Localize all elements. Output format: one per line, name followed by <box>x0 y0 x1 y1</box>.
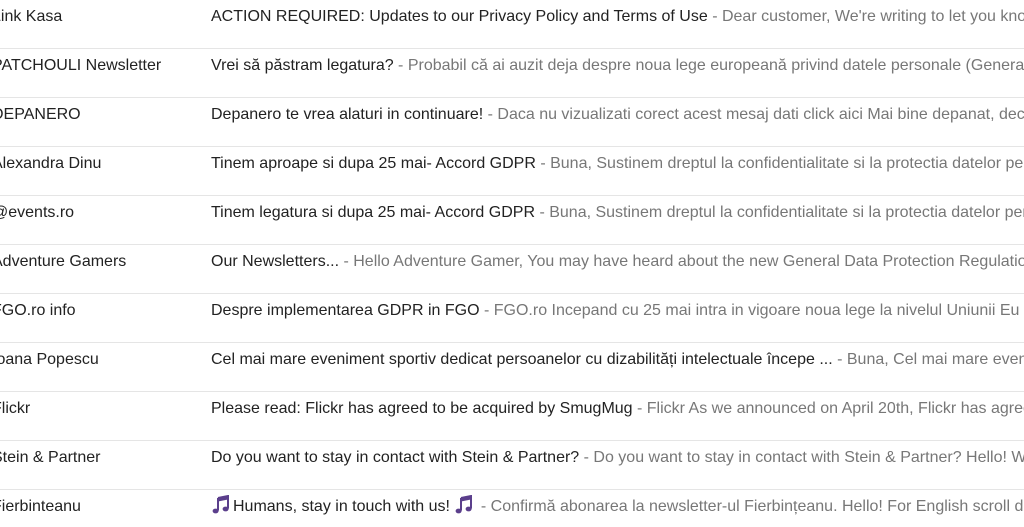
email-sender: Alexandra Dinu <box>0 155 102 172</box>
email-snippet: Flickr As we announced on April 20th, Fl… <box>646 400 1024 417</box>
email-row[interactable]: Link Kasa ACTION REQUIRED: Updates to ou… <box>0 0 1024 49</box>
email-snippet: Dear customer, We're writing to let you … <box>721 8 1024 25</box>
music-note-icon <box>454 495 474 515</box>
separator: - <box>393 57 408 74</box>
email-sender: Flickr <box>0 400 31 417</box>
email-content: Depanero te vrea alaturi in continuare! … <box>211 98 1024 146</box>
email-subject: Please read: Flickr has agreed to be acq… <box>211 400 633 417</box>
email-row[interactable]: PATCHOULI Newsletter Vrei să păstram leg… <box>0 49 1024 98</box>
email-row[interactable]: Adventure Gamers Our Newsletters... - He… <box>0 245 1024 294</box>
separator: - <box>632 400 647 417</box>
email-subject: Cel mai mare eveniment sportiv dedicat p… <box>211 351 833 368</box>
email-row[interactable]: Ioana Popescu Cel mai mare eveniment spo… <box>0 343 1024 392</box>
email-content: Our Newsletters... - Hello Adventure Gam… <box>211 245 1024 293</box>
email-snippet: Confirmă abonarea la newsletter-ul Fierb… <box>490 498 1024 515</box>
separator: - <box>476 498 491 515</box>
email-content: ACTION REQUIRED: Updates to our Privacy … <box>211 0 1024 48</box>
email-snippet: Daca nu vizualizati corect acest mesaj d… <box>497 106 1024 123</box>
email-subject: Our Newsletters... <box>211 253 340 270</box>
separator: - <box>707 8 722 25</box>
email-subject: Humans, stay in touch with us! <box>233 498 450 515</box>
email-row[interactable]: FGO.ro info Despre implementarea GDPR in… <box>0 294 1024 343</box>
separator: - <box>339 253 354 270</box>
email-sender: Link Kasa <box>0 8 63 25</box>
music-note-icon <box>211 495 231 515</box>
email-sender: Ioana Popescu <box>0 351 99 368</box>
email-sender: Adventure Gamers <box>0 253 127 270</box>
separator: - <box>832 351 847 368</box>
email-snippet: Hello Adventure Gamer, You may have hear… <box>353 253 1024 270</box>
email-list: Link Kasa ACTION REQUIRED: Updates to ou… <box>0 0 1024 527</box>
email-sender: Fierbinteanu <box>0 498 81 515</box>
email-sender: Stein & Partner <box>0 449 101 466</box>
email-snippet: Buna, Sustinem dreptul la confidentialit… <box>549 204 1024 221</box>
separator: - <box>535 204 550 221</box>
email-content: Despre implementarea GDPR in FGO - FGO.r… <box>211 294 1019 342</box>
separator: - <box>479 302 494 319</box>
email-sender: FGO.ro info <box>0 302 76 319</box>
email-content: Tinem legatura si dupa 25 mai- Accord GD… <box>211 196 1024 244</box>
email-content: Vrei să păstram legatura? - Probabil că … <box>211 49 1024 97</box>
email-snippet: Buna, Sustinem dreptul la confidentialit… <box>550 155 1024 172</box>
email-content: Do you want to stay in contact with Stei… <box>211 441 1024 489</box>
email-row[interactable]: @events.ro Tinem legatura si dupa 25 mai… <box>0 196 1024 245</box>
email-sender: @events.ro <box>0 204 75 221</box>
separator: - <box>579 449 594 466</box>
email-subject: Vrei să păstram legatura? <box>211 57 394 74</box>
email-subject: Tinem legatura si dupa 25 mai- Accord GD… <box>211 204 535 221</box>
email-subject: Tinem aproape si dupa 25 mai- Accord GDP… <box>211 155 536 172</box>
email-content: Humans, stay in touch with us! - Confirm… <box>211 490 1024 527</box>
email-row[interactable]: Alexandra Dinu Tinem aproape si dupa 25 … <box>0 147 1024 196</box>
email-subject: Despre implementarea GDPR in FGO <box>211 302 480 319</box>
separator: - <box>535 155 551 172</box>
separator: - <box>483 106 498 123</box>
email-row[interactable]: Stein & Partner Do you want to stay in c… <box>0 441 1024 490</box>
email-sender: DEPANERO <box>0 106 81 123</box>
email-snippet: Probabil că ai auzit deja despre noua le… <box>407 57 1024 74</box>
email-row[interactable]: DEPANERO Depanero te vrea alaturi in con… <box>0 98 1024 147</box>
email-snippet: FGO.ro Incepand cu 25 mai intra in vigoa… <box>493 302 1020 319</box>
email-content: Tinem aproape si dupa 25 mai- Accord GDP… <box>211 147 1024 195</box>
email-row[interactable]: Fierbinteanu Humans, stay in touch with … <box>0 490 1024 527</box>
email-content: Please read: Flickr has agreed to be acq… <box>211 392 1024 440</box>
email-sender: PATCHOULI Newsletter <box>0 57 162 74</box>
email-snippet: Buna, Cel mai mare eveniment <box>846 351 1024 368</box>
email-row[interactable]: Flickr Please read: Flickr has agreed to… <box>0 392 1024 441</box>
email-subject: ACTION REQUIRED: Updates to our Privacy … <box>211 8 708 25</box>
email-subject: Depanero te vrea alaturi in continuare! <box>211 106 484 123</box>
email-subject: Do you want to stay in contact with Stei… <box>211 449 580 466</box>
email-snippet: Do you want to stay in contact with Stei… <box>593 449 1024 466</box>
email-content: Cel mai mare eveniment sportiv dedicat p… <box>211 343 1024 391</box>
